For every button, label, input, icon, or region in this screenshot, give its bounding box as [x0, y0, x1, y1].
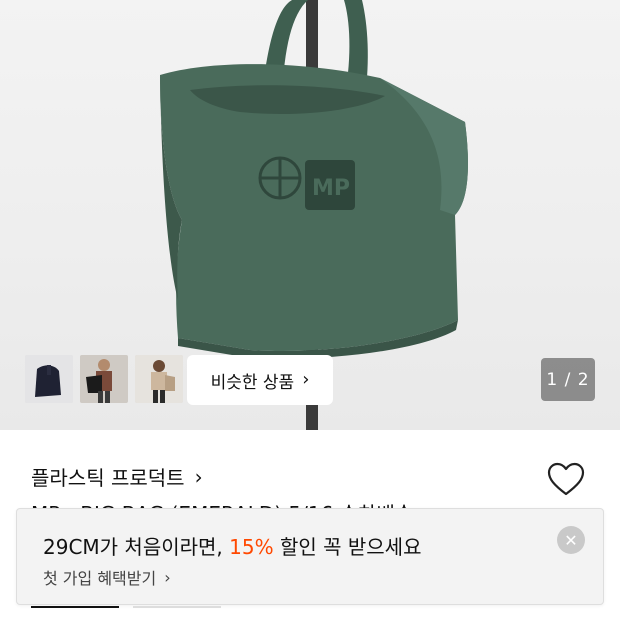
promo-discount-highlight: 15%	[229, 535, 274, 559]
chevron-right-icon: ›	[164, 567, 171, 587]
product-image-carousel[interactable]: MP 비슷한 상품 › 1 / 2	[0, 0, 620, 430]
thumbnail-1[interactable]	[25, 355, 73, 403]
thumbnail-strip	[25, 355, 183, 403]
similar-products-label: 비슷한 상품	[210, 372, 295, 393]
signup-benefit-link[interactable]: 첫 가입 혜택받기 ›	[43, 565, 171, 589]
first-purchase-promo-banner: 29CM가 처음이라면, 15% 할인 꼭 받으세요 첫 가입 혜택받기 › ✕	[16, 508, 604, 605]
heart-outline-icon[interactable]	[546, 460, 586, 500]
thumbnail-2[interactable]	[80, 355, 128, 403]
similar-products-button[interactable]: 비슷한 상품 ›	[187, 355, 333, 405]
chevron-right-icon: ›	[194, 464, 203, 489]
signup-benefit-label: 첫 가입 혜택받기	[43, 569, 157, 588]
promo-text-after: 할인 꼭 받으세요	[279, 535, 422, 559]
thumbnail-3[interactable]	[135, 355, 183, 403]
promo-text-before: 29CM가 처음이라면,	[43, 535, 223, 559]
close-icon[interactable]: ✕	[557, 526, 585, 554]
brand-name: 플라스틱 프로덕트	[31, 466, 185, 490]
brand-link[interactable]: 플라스틱 프로덕트 ›	[31, 462, 203, 491]
image-page-counter: 1 / 2	[541, 358, 595, 401]
promo-message: 29CM가 처음이라면, 15% 할인 꼭 받으세요	[43, 531, 421, 560]
chevron-right-icon: ›	[302, 369, 310, 390]
svg-text:MP: MP	[312, 176, 350, 201]
